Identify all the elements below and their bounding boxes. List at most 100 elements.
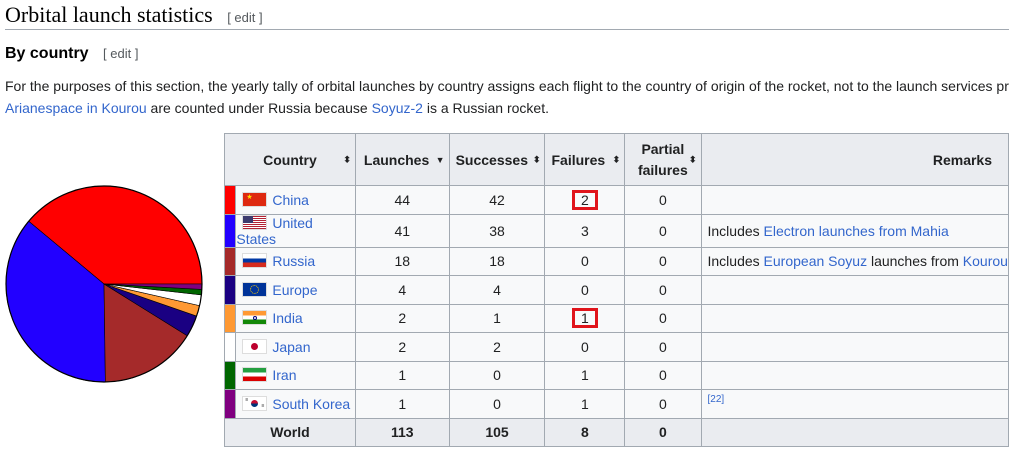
- section-heading: Orbital launch statistics [ edit ]: [5, 2, 1009, 30]
- successes-cell: 38: [448, 213, 546, 248]
- country-cell: Iran: [235, 360, 356, 390]
- country-cell: India: [235, 303, 356, 333]
- russia-flag-icon: [242, 253, 268, 269]
- country-cell: ★ China: [235, 185, 356, 215]
- china-flag-icon: ★: [242, 191, 268, 207]
- successes-cell: 42: [448, 185, 546, 215]
- remark-text-post: launches from: [867, 253, 963, 270]
- world-remarks: [700, 417, 1009, 447]
- country-link[interactable]: China: [272, 192, 309, 208]
- table-row: ★ China 44 42 2 0: [223, 185, 1009, 215]
- header-remarks: Remarks: [700, 133, 1009, 186]
- remarks-cell: [700, 185, 1009, 215]
- sort-desc-icon[interactable]: ▼: [436, 155, 445, 165]
- launch-stats-table: Country ⬍ Launches ▼ Successes ⬍ Failures ⬍ …: [223, 133, 1009, 447]
- country-link[interactable]: Europe: [272, 282, 317, 298]
- edit-section-link[interactable]: [ edit ]: [227, 10, 262, 25]
- launches-cell: 1: [354, 389, 450, 419]
- color-swatch: [223, 275, 237, 305]
- sort-icon[interactable]: ⬍: [613, 154, 621, 165]
- header-launches[interactable]: Launches ▼: [354, 133, 450, 186]
- failures-value: 3: [580, 222, 589, 239]
- launches-pie-chart: [5, 185, 203, 383]
- partial-cell: 0: [624, 332, 702, 362]
- country-cell: United States: [235, 213, 356, 248]
- country-link[interactable]: South Korea: [272, 396, 350, 412]
- soyuz-link[interactable]: Soyuz-2: [372, 100, 423, 116]
- table-row: Japan 2 2 0 0: [223, 332, 1009, 362]
- failures-value: 1: [580, 367, 589, 384]
- remark-link[interactable]: Electron launches from Mahia: [764, 223, 949, 239]
- country-cell: ≡ ≡ South Korea: [235, 389, 356, 419]
- launches-cell: 2: [354, 303, 450, 333]
- world-partial: 0: [624, 417, 702, 447]
- table-row: United States 41 38 3 0 Includes Electron lau…: [223, 213, 1009, 248]
- intro-paragraph: For the purposes of this section, the ye…: [5, 75, 1009, 119]
- remarks-cell: [22]: [700, 389, 1009, 419]
- subsection-title: By country: [5, 45, 89, 62]
- color-swatch: [223, 246, 237, 276]
- color-swatch: [223, 303, 237, 333]
- launches-cell: 44: [354, 185, 450, 215]
- europe-flag-icon: [242, 281, 268, 297]
- paragraph-text-mid: are counted under Russia because: [146, 100, 372, 116]
- launches-cell: 1: [354, 360, 450, 390]
- failures-value: 0: [580, 281, 589, 298]
- launches-cell: 18: [354, 246, 450, 276]
- subsection-heading: By country [ edit ]: [5, 45, 138, 63]
- remarks-cell: Includes Electron launches from Mahia: [700, 213, 1009, 248]
- world-failures: 8: [544, 417, 626, 447]
- remarks-cell: [700, 332, 1009, 362]
- header-country[interactable]: Country ⬍: [224, 133, 356, 186]
- failures-cell: 1: [544, 303, 626, 333]
- table-row: Russia 18 18 0 0 Includes European Soyuz laun…: [223, 246, 1009, 276]
- sort-icon[interactable]: ⬍: [343, 154, 351, 165]
- header-successes[interactable]: Successes ⬍: [448, 133, 546, 186]
- paragraph-text-end: is a Russian rocket.: [422, 100, 550, 116]
- sort-icon[interactable]: ⬍: [689, 149, 697, 170]
- country-link[interactable]: Japan: [272, 339, 310, 355]
- country-link[interactable]: India: [272, 310, 302, 326]
- country-cell: Japan: [235, 332, 356, 362]
- reference-link[interactable]: [22]: [708, 394, 725, 405]
- partial-cell: 0: [624, 303, 702, 333]
- partial-cell: 0: [624, 275, 702, 305]
- edit-subsection-link[interactable]: [ edit ]: [103, 46, 138, 61]
- remarks-cell: [700, 360, 1009, 390]
- arianespace-link[interactable]: Arianespace in Kourou: [5, 100, 147, 116]
- world-launches: 113: [354, 417, 450, 447]
- failures-cell: 0: [544, 332, 626, 362]
- remarks-cell: Includes European Soyuz launches from Ko…: [700, 246, 1009, 276]
- successes-cell: 0: [448, 360, 546, 390]
- remark-link[interactable]: European Soyuz: [764, 253, 868, 269]
- partial-cell: 0: [624, 246, 702, 276]
- failures-cell: 3: [544, 213, 626, 248]
- highlighted-failures-value: 1: [571, 308, 598, 329]
- partial-cell: 0: [624, 213, 702, 248]
- failures-value: 0: [580, 253, 589, 270]
- successes-cell: 2: [448, 332, 546, 362]
- world-successes: 105: [448, 417, 546, 447]
- table-row: India 2 1 1 0: [223, 303, 1009, 333]
- failures-cell: 2: [544, 185, 626, 215]
- partial-cell: 0: [624, 360, 702, 390]
- launches-cell: 4: [354, 275, 450, 305]
- successes-cell: 0: [448, 389, 546, 419]
- remark-text: Includes: [707, 222, 764, 239]
- failures-cell: 0: [544, 275, 626, 305]
- sort-icon[interactable]: ⬍: [533, 154, 541, 165]
- header-partial-failures[interactable]: Partial failures ⬍: [624, 133, 702, 186]
- header-failures[interactable]: Failures ⬍: [544, 133, 626, 186]
- world-total-row: World 113 105 8 0: [224, 417, 1009, 447]
- table-row: ≡ ≡ South Korea 1 0 1 0 [22]: [223, 389, 1009, 419]
- highlighted-failures-value: 2: [571, 189, 598, 210]
- color-swatch: [223, 332, 237, 362]
- country-link[interactable]: Russia: [272, 253, 315, 269]
- remarks-cell: [700, 275, 1009, 305]
- table-row: Iran 1 0 1 0: [223, 360, 1009, 390]
- remark-link-2[interactable]: Kourou: [963, 253, 1008, 269]
- failures-value: 0: [580, 338, 589, 355]
- successes-cell: 18: [448, 246, 546, 276]
- color-swatch: [223, 213, 237, 248]
- country-link[interactable]: Iran: [272, 367, 296, 383]
